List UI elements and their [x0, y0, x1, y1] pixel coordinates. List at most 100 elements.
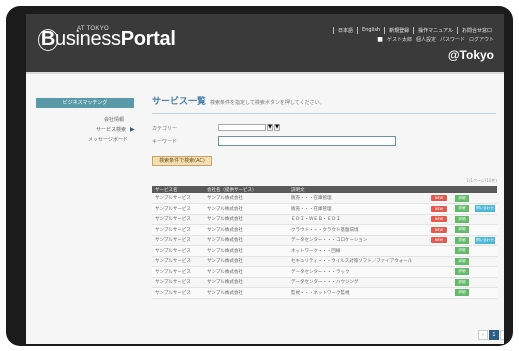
- cell-description: ネットワーク・・・回線: [288, 245, 428, 257]
- new-badge: NEW: [431, 226, 447, 233]
- table-header: サービス名 会社名（提供サービス） 説明文: [152, 186, 497, 193]
- page-title-note: 検索条件を指定して検索ボタンを押してください。: [210, 100, 325, 106]
- detail-button[interactable]: 詳細: [455, 278, 469, 286]
- col-action: [452, 186, 472, 193]
- sidebar-item-service-search[interactable]: サービス検索: [96, 126, 126, 133]
- cell-extra: [472, 214, 497, 225]
- logo[interactable]: BusinessPortal: [38, 28, 176, 51]
- cell-action: 詳細: [452, 256, 472, 267]
- cell-tag: [428, 266, 452, 278]
- sidebar-arrow-icon: ▶: [130, 126, 135, 133]
- inquiry-button[interactable]: 問い合わせ: [475, 236, 495, 244]
- cell-company: サンプル株式会社: [204, 256, 288, 267]
- col-service: サービス名: [155, 187, 178, 193]
- pagination: ‹ 1 ›: [478, 330, 504, 340]
- cell-tag: [428, 287, 452, 299]
- cell-tag: NEW: [428, 224, 452, 236]
- chevron-down-icon[interactable]: ▼: [267, 124, 273, 131]
- page-next[interactable]: ›: [500, 330, 504, 340]
- cell-action: 詳細: [452, 277, 472, 288]
- cell-service: サンプルサービス: [152, 287, 204, 299]
- table-row: サンプルサービス サンプル株式会社 ＥＤＩ・ＷＥＢ・ＥＤＩ NEW 詳細: [152, 214, 497, 225]
- cell-service: サンプルサービス: [152, 224, 204, 236]
- page-current[interactable]: 1: [489, 330, 499, 340]
- cell-service: サンプルサービス: [152, 256, 204, 267]
- cell-service: サンプルサービス: [152, 235, 204, 246]
- sidebar-item-message-board[interactable]: メッセージボード: [88, 136, 128, 143]
- cell-description: データセンター・・・ラック: [288, 266, 428, 278]
- cell-extra: [472, 193, 497, 204]
- cell-company: サンプル株式会社: [204, 203, 288, 215]
- cell-service: サンプルサービス: [152, 203, 204, 215]
- category-select[interactable]: [218, 124, 266, 131]
- page-prev[interactable]: ‹: [478, 330, 488, 340]
- cell-extra: 問い合わせ: [472, 235, 497, 246]
- brand-tokyo: @Tokyo: [447, 48, 494, 62]
- detail-button[interactable]: 詳細: [455, 247, 469, 255]
- cell-description: 監視・・・ネットワーク監視: [288, 287, 428, 299]
- main-content: サービス一覧 検索条件を指定して検索ボタンを押してください。 カテゴリー ▼ ▼ …: [152, 94, 504, 340]
- detail-button[interactable]: 詳細: [455, 289, 469, 297]
- cell-action: 詳細: [452, 245, 472, 257]
- search-button[interactable]: 検索条件で検索(AC): [152, 156, 212, 166]
- sidebar-item-business-matching[interactable]: ビジネスマッチング: [36, 98, 134, 108]
- sidebar-item-company[interactable]: 会社情報: [104, 116, 124, 123]
- logout-link[interactable]: ログアウト: [469, 36, 494, 43]
- service-table: サービス名 会社名（提供サービス） 説明文 サンプルサービス サンプル株式会社 販売…: [152, 186, 497, 299]
- cell-service: サンプルサービス: [152, 245, 204, 257]
- nav-manual[interactable]: 操作マニュアル: [413, 27, 457, 34]
- title-rule: [152, 113, 496, 114]
- detail-button[interactable]: 詳細: [455, 268, 469, 276]
- cell-action: 詳細: [452, 203, 472, 215]
- cell-tag: NEW: [428, 203, 452, 215]
- cell-description: データセンター・・・ハウジング: [288, 277, 428, 288]
- table-row: サンプルサービス サンプル株式会社 販売・・・在庫管理 NEW 詳細: [152, 193, 497, 204]
- nav-english[interactable]: English: [357, 27, 384, 34]
- col-company: 会社名（提供サービス）: [207, 187, 257, 193]
- detail-button[interactable]: 詳細: [455, 194, 469, 202]
- user-name[interactable]: ゲスト太郎: [387, 36, 412, 43]
- header-divider: [26, 72, 504, 74]
- cell-action: 詳細: [452, 193, 472, 204]
- cell-company: サンプル株式会社: [204, 214, 288, 225]
- table-row: サンプルサービス サンプル株式会社 データセンター・・・ハウジング 詳細: [152, 277, 497, 288]
- cell-extra: [472, 266, 497, 278]
- detail-button[interactable]: 詳細: [455, 215, 469, 223]
- pager-note: 1/1ページ(10件): [466, 178, 497, 183]
- cell-extra: [472, 245, 497, 257]
- cell-company: サンプル株式会社: [204, 277, 288, 288]
- cell-service: サンプルサービス: [152, 214, 204, 225]
- detail-button[interactable]: 詳細: [455, 205, 469, 213]
- cell-service: サンプルサービス: [152, 266, 204, 278]
- detail-button[interactable]: 詳細: [455, 236, 469, 244]
- user-icon: ■: [377, 36, 383, 43]
- cell-action: 詳細: [452, 266, 472, 278]
- detail-button[interactable]: 詳細: [455, 226, 469, 234]
- header: AT TOKYO BusinessPortal 日本語 English 新規登録…: [26, 14, 504, 72]
- cell-description: 販売・・・在庫管理: [288, 203, 428, 215]
- keyword-input[interactable]: [218, 136, 396, 146]
- table-row: サンプルサービス サンプル株式会社 データセンター・・・コロケーション NEW 詳細 問い…: [152, 235, 497, 246]
- new-badge: NEW: [431, 205, 447, 212]
- cell-tag: NEW: [428, 214, 452, 225]
- cell-tag: [428, 256, 452, 267]
- chevron-down-icon[interactable]: ▼: [274, 124, 280, 131]
- cell-company: サンプル株式会社: [204, 224, 288, 236]
- settings-link[interactable]: 個人設定: [416, 36, 436, 43]
- cell-tag: NEW: [428, 235, 452, 246]
- inquiry-button[interactable]: 問い合わせ: [475, 205, 495, 213]
- table-row: サンプルサービス サンプル株式会社 販売・・・在庫管理 NEW 詳細 問い合わせ: [152, 203, 497, 215]
- nav-japanese[interactable]: 日本語: [333, 27, 357, 34]
- cell-company: サンプル株式会社: [204, 193, 288, 204]
- cell-action: 詳細: [452, 224, 472, 236]
- password-link[interactable]: パスワード: [440, 36, 465, 43]
- nav-contact[interactable]: お問合せ窓口: [456, 27, 496, 34]
- table-row: サンプルサービス サンプル株式会社 セキュリティ・・・ウイルス対策ソフト／ファイアウ…: [152, 256, 497, 267]
- detail-button[interactable]: 詳細: [455, 257, 469, 265]
- new-badge: NEW: [431, 195, 447, 201]
- nav-register[interactable]: 新規登録: [384, 27, 413, 34]
- new-badge: NEW: [431, 237, 447, 244]
- cell-description: クラウド・・・クラウド基盤環境: [288, 224, 428, 236]
- logo-business: usiness: [55, 28, 121, 50]
- cell-extra: [472, 256, 497, 267]
